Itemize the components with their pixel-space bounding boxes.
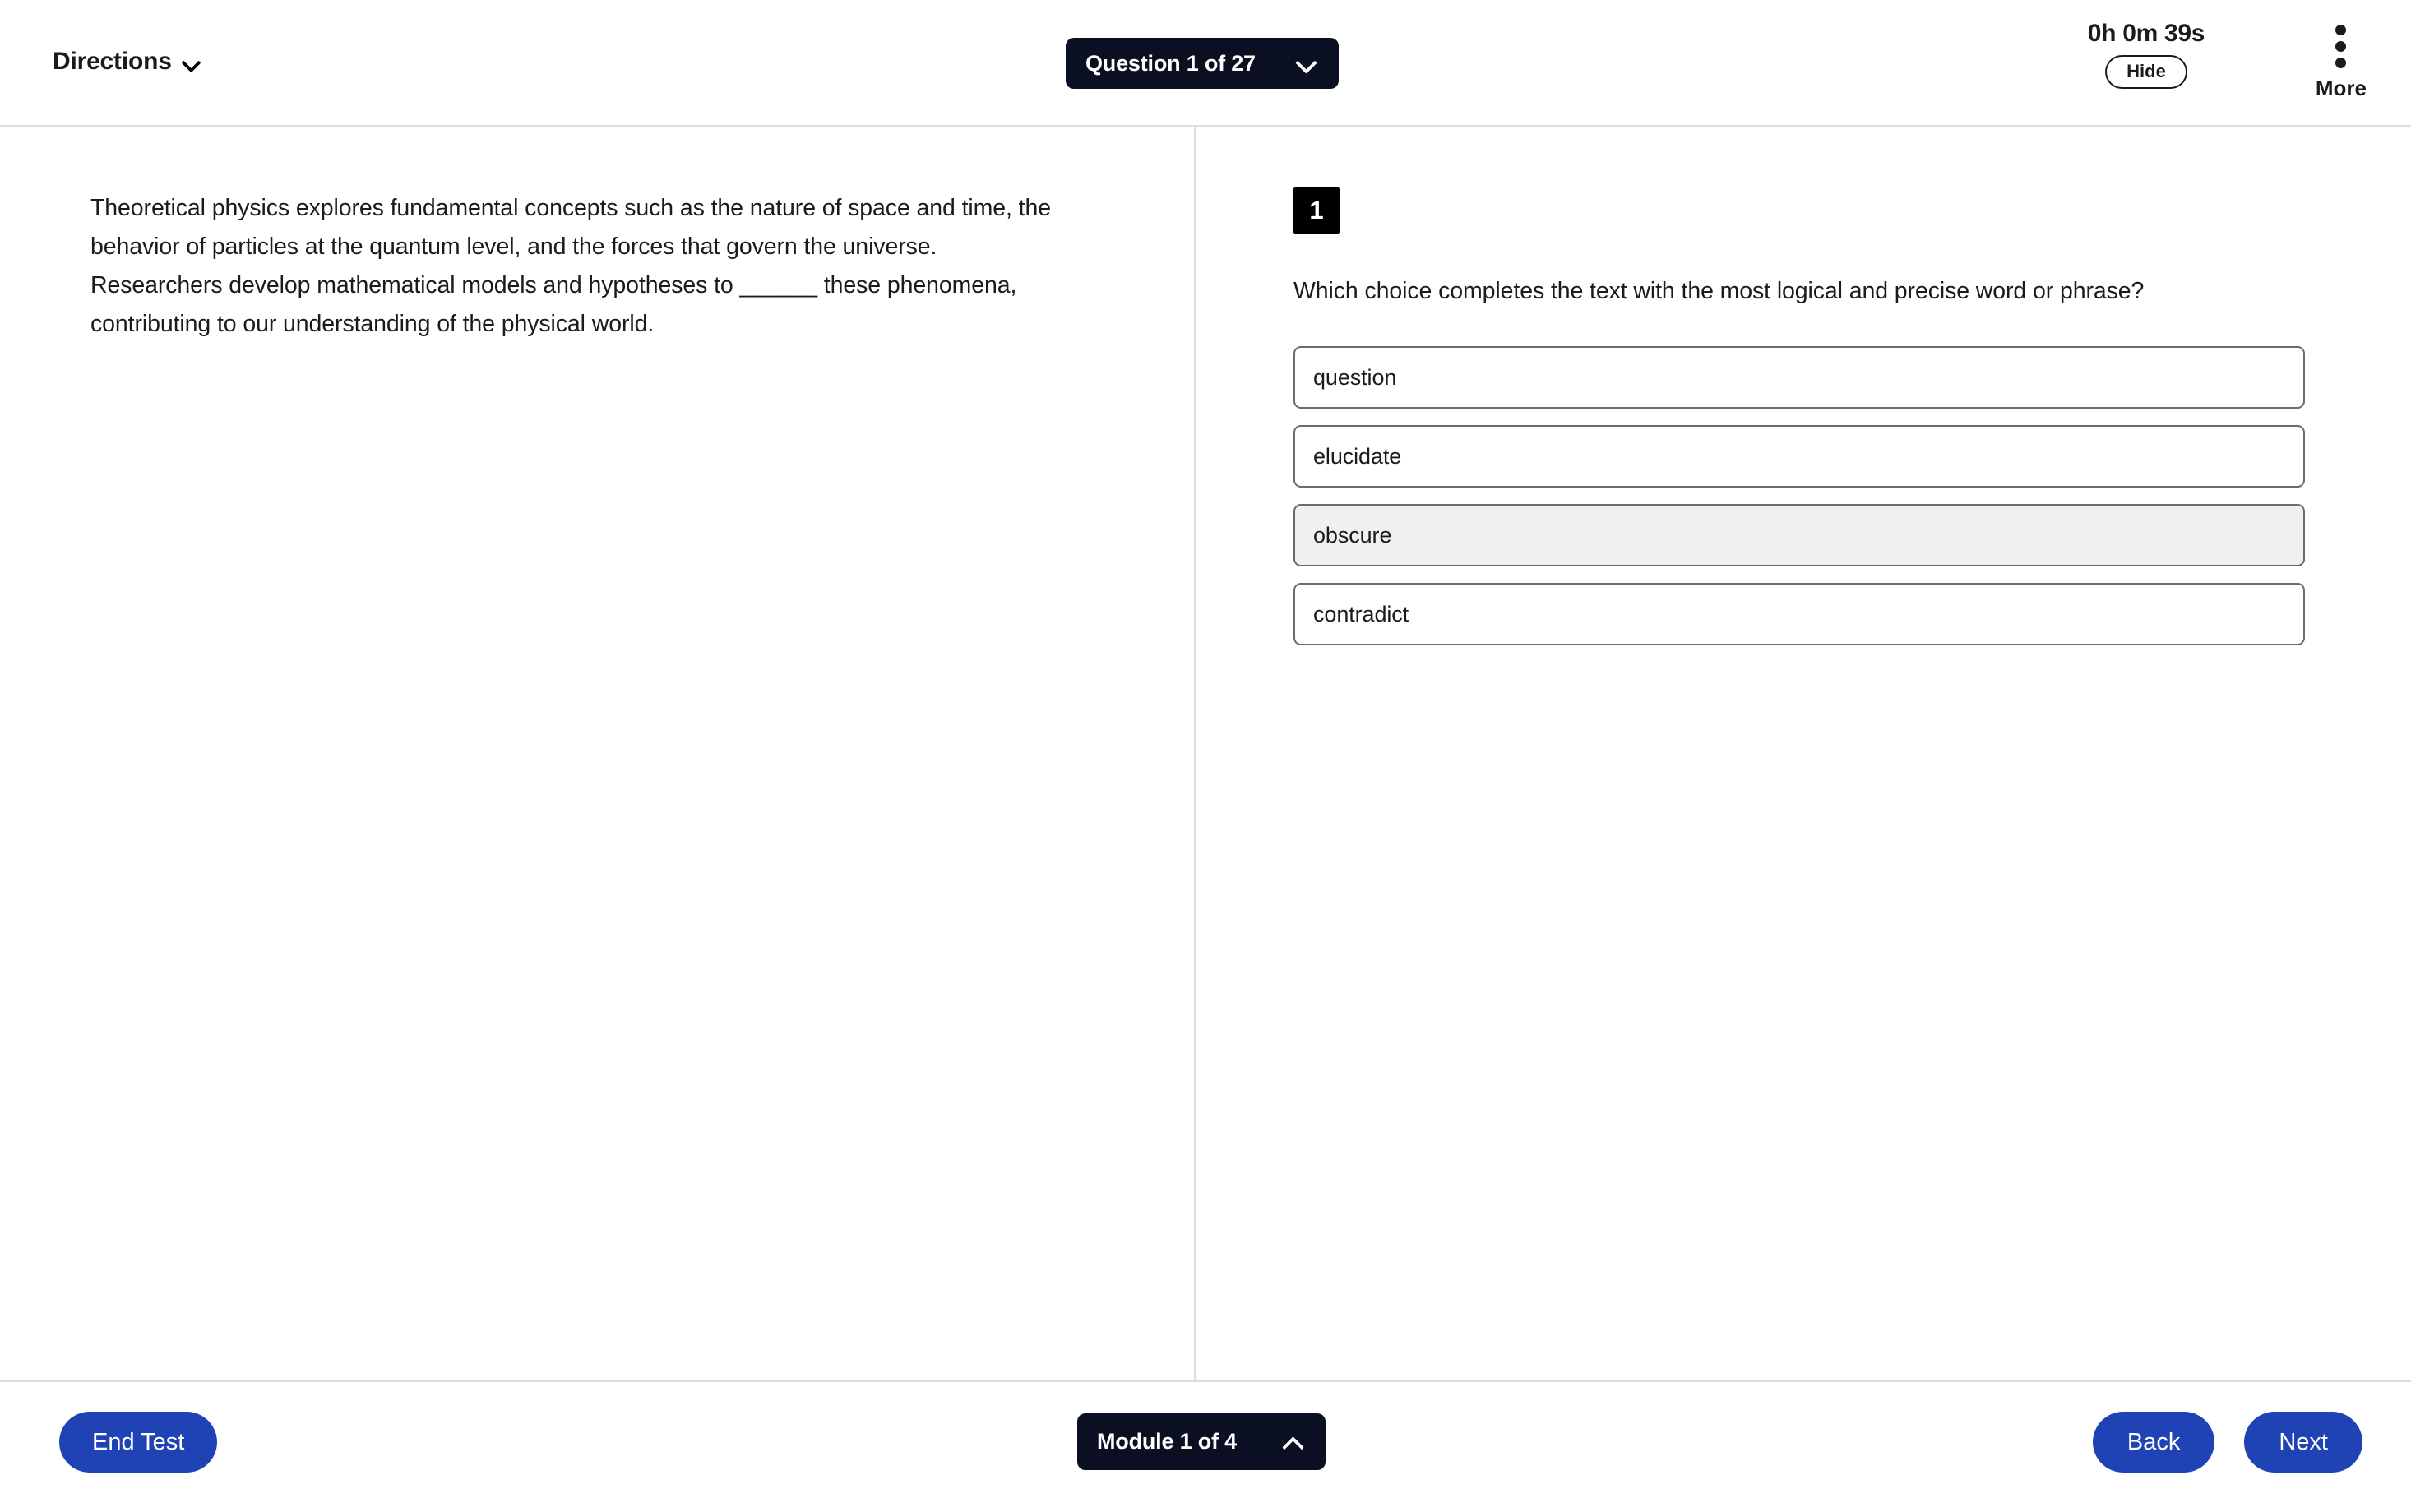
- answer-choice-label: question: [1313, 364, 1397, 390]
- answer-choice-label: obscure: [1313, 522, 1392, 548]
- end-test-button[interactable]: End Test: [59, 1412, 218, 1473]
- question-prompt: Which choice completes the text with the…: [1293, 278, 2145, 304]
- kebab-menu-icon: [2335, 21, 2347, 68]
- more-label: More: [2315, 76, 2367, 100]
- module-navigator-button[interactable]: Module 1 of 4: [1077, 1413, 1326, 1470]
- back-button[interactable]: Back: [2092, 1412, 2215, 1473]
- directions-button[interactable]: Directions: [53, 48, 199, 76]
- timer-value: 0h 0m 39s: [2087, 20, 2205, 47]
- hide-timer-button[interactable]: Hide: [2105, 55, 2187, 90]
- answer-choice[interactable]: contradict: [1293, 583, 2305, 645]
- answer-choice-label: contradict: [1313, 601, 1409, 627]
- question-number-badge: 1: [1293, 187, 1340, 234]
- test-app-window: Directions Question 1 of 27 0h 0m 39s Hi…: [0, 0, 2411, 1512]
- answer-choice[interactable]: elucidate: [1293, 425, 2305, 488]
- app-footer: End Test Module 1 of 4 Back Next: [0, 1380, 2411, 1512]
- question-navigator-button[interactable]: Question 1 of 27: [1066, 38, 1339, 89]
- chevron-down-icon: [183, 53, 199, 70]
- more-menu-button[interactable]: More: [2316, 21, 2367, 101]
- answer-choice[interactable]: question: [1293, 346, 2305, 409]
- timer-group: 0h 0m 39s Hide: [2052, 20, 2241, 90]
- answer-choice[interactable]: obscure: [1293, 504, 2305, 566]
- question-counter-label: Question 1 of 27: [1085, 50, 1256, 76]
- question-pane: 1 Which choice completes the text with t…: [1196, 127, 2411, 1380]
- passage-text: Theoretical physics explores fundamental…: [90, 195, 1051, 337]
- passage-pane: Theoretical physics explores fundamental…: [0, 127, 1194, 1380]
- test-body: Theoretical physics explores fundamental…: [0, 127, 2411, 1380]
- chevron-down-icon: [1296, 54, 1317, 72]
- directions-label: Directions: [53, 48, 172, 75]
- answer-choice-list: question elucidate obscure contradict: [1293, 346, 2305, 645]
- next-button[interactable]: Next: [2244, 1412, 2362, 1473]
- app-header: Directions Question 1 of 27 0h 0m 39s Hi…: [0, 0, 2411, 127]
- answer-choice-label: elucidate: [1313, 443, 1402, 469]
- chevron-up-icon: [1283, 1433, 1304, 1451]
- navigation-buttons: Back Next: [2092, 1412, 2362, 1473]
- module-counter-label: Module 1 of 4: [1097, 1429, 1237, 1454]
